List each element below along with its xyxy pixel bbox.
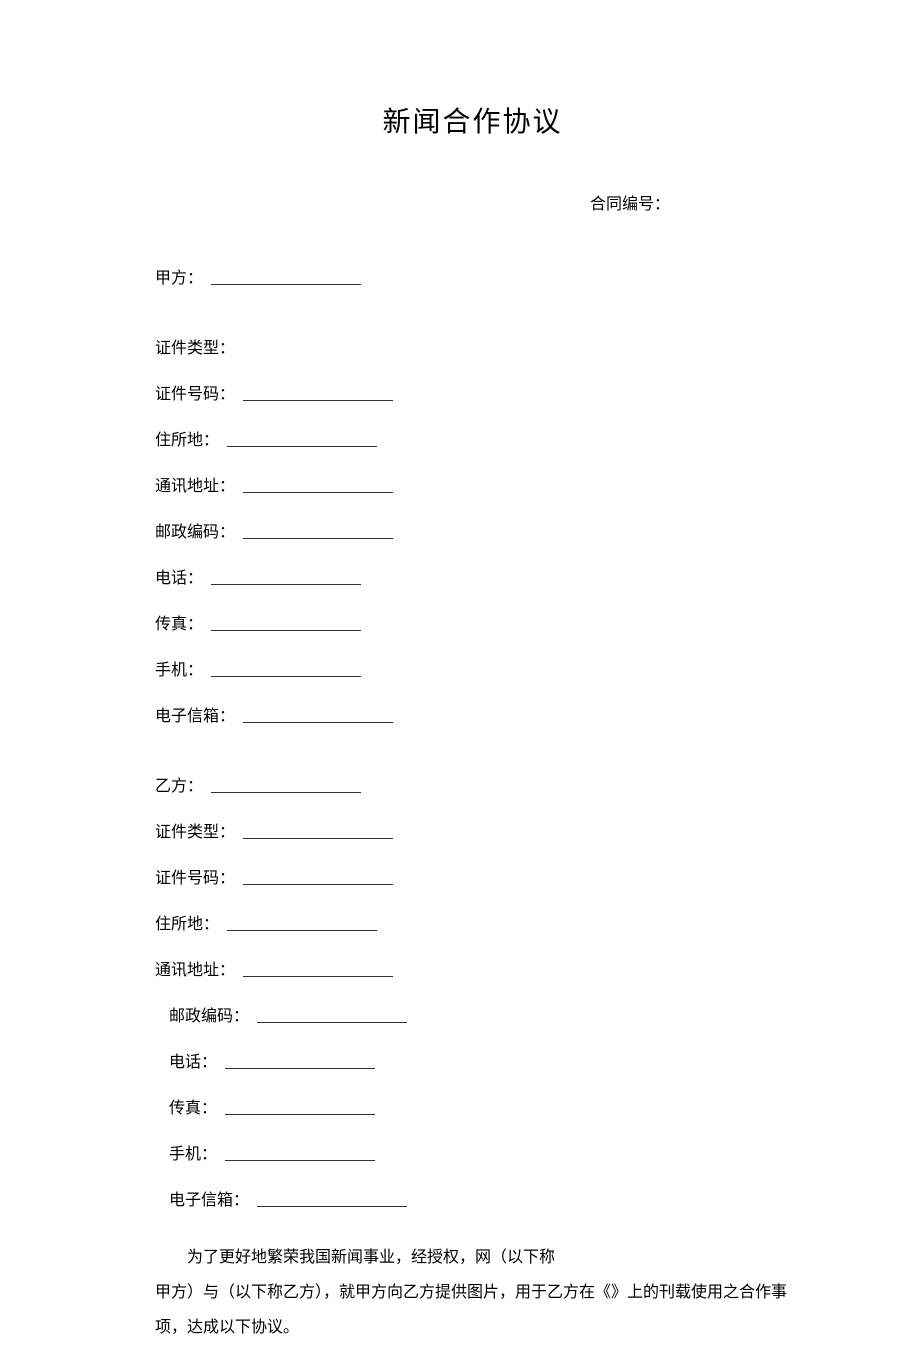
blank-line: [211, 676, 361, 677]
party-a-phone-row: 电话：: [155, 564, 790, 588]
blank-line: [243, 492, 393, 493]
party-a-cert-type-label: 证件类型：: [155, 334, 235, 358]
blank-line: [227, 930, 377, 931]
party-a-email-row: 电子信箱：: [155, 702, 790, 726]
party-a-mobile-row: 手机：: [155, 656, 790, 680]
party-a-phone-label: 电话：: [155, 564, 203, 588]
blank-line: [227, 446, 377, 447]
party-b-cert-type-label: 证件类型：: [155, 818, 235, 842]
party-a-fax-row: 传真：: [155, 610, 790, 634]
party-b-address-row: 住所地：: [155, 910, 790, 934]
body-paragraph: 为了更好地繁荣我国新闻事业，经授权，网（以下称 甲方）与（以下称乙方），就甲方向…: [155, 1240, 790, 1346]
blank-line: [243, 976, 393, 977]
party-a-name-label: 甲方：: [155, 264, 203, 288]
party-a-email-label: 电子信箱：: [155, 702, 235, 726]
blank-line: [243, 400, 393, 401]
party-b-email-row: 电子信箱：: [169, 1186, 790, 1210]
blank-line: [257, 1206, 407, 1207]
blank-line: [243, 538, 393, 539]
party-a-mailing-label: 通讯地址：: [155, 472, 235, 496]
party-a-cert-no-label: 证件号码：: [155, 380, 235, 404]
contract-number-label: 合同编号：: [155, 190, 670, 214]
party-b-fax-label: 传真：: [169, 1094, 217, 1118]
party-b-address-label: 住所地：: [155, 910, 219, 934]
blank-line: [243, 884, 393, 885]
blank-line: [225, 1068, 375, 1069]
blank-line: [225, 1114, 375, 1115]
paragraph-line-2: 甲方）与（以下称乙方），就甲方向乙方提供图片，用于乙方在《》上的刊载使用之合作事…: [155, 1275, 790, 1345]
party-a-mobile-label: 手机：: [155, 656, 203, 680]
party-b-mailing-label: 通讯地址：: [155, 956, 235, 980]
blank-line: [211, 284, 361, 285]
blank-line: [211, 584, 361, 585]
blank-line: [225, 1160, 375, 1161]
party-a-postal-label: 邮政编码：: [155, 518, 235, 542]
blank-line: [211, 630, 361, 631]
document-page: 新闻合作协议 合同编号： 甲方： 证件类型： 证件号码： 住所地： 通讯地址： …: [0, 0, 920, 1346]
party-a-mailing-row: 通讯地址：: [155, 472, 790, 496]
document-title: 新闻合作协议: [155, 100, 790, 140]
party-b-mailing-row: 通讯地址：: [155, 956, 790, 980]
party-b-name-row: 乙方：: [155, 772, 790, 796]
party-a-address-label: 住所地：: [155, 426, 219, 450]
party-a-cert-type-row: 证件类型：: [155, 334, 790, 358]
party-b-phone-label: 电话：: [169, 1048, 217, 1072]
party-b-cert-no-label: 证件号码：: [155, 864, 235, 888]
blank-line: [243, 838, 393, 839]
blank-line: [243, 722, 393, 723]
party-b-cert-no-row: 证件号码：: [155, 864, 790, 888]
party-a-fax-label: 传真：: [155, 610, 203, 634]
party-a-cert-no-row: 证件号码：: [155, 380, 790, 404]
party-b-mobile-row: 手机：: [169, 1140, 790, 1164]
party-a-postal-row: 邮政编码：: [155, 518, 790, 542]
party-b-postal-label: 邮政编码：: [169, 1002, 249, 1026]
party-a-address-row: 住所地：: [155, 426, 790, 450]
party-b-email-label: 电子信箱：: [169, 1186, 249, 1210]
party-b-phone-row: 电话：: [169, 1048, 790, 1072]
party-b-indent-block: 邮政编码： 电话： 传真： 手机： 电子信箱：: [155, 1002, 790, 1210]
party-b-cert-type-row: 证件类型：: [155, 818, 790, 842]
blank-line: [257, 1022, 407, 1023]
paragraph-line-1: 为了更好地繁荣我国新闻事业，经授权，网（以下称: [155, 1240, 790, 1275]
party-a-name-row: 甲方：: [155, 264, 790, 288]
party-b-fax-row: 传真：: [169, 1094, 790, 1118]
party-b-mobile-label: 手机：: [169, 1140, 217, 1164]
party-b-name-label: 乙方：: [155, 772, 203, 796]
party-b-postal-row: 邮政编码：: [169, 1002, 790, 1026]
blank-line: [211, 792, 361, 793]
